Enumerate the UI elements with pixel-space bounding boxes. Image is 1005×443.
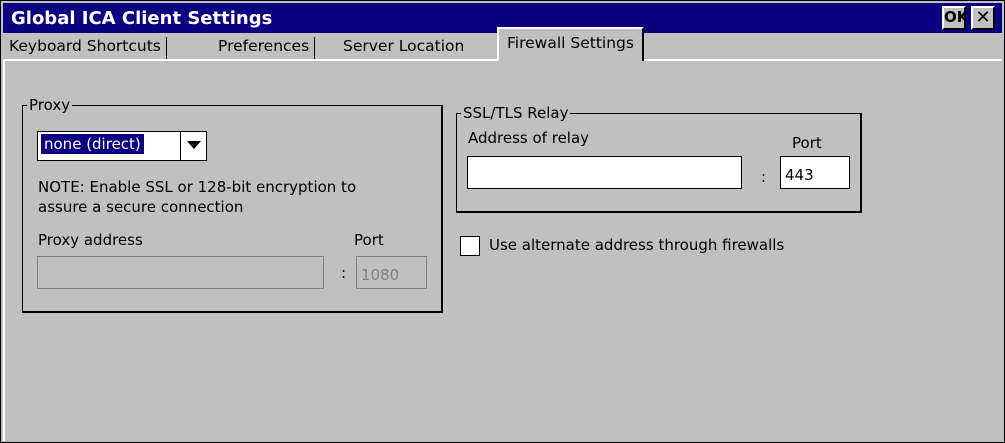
ssl-relay-group-label: SSL/TLS Relay (461, 104, 571, 122)
proxy-port-field[interactable] (356, 256, 427, 289)
chevron-down-icon[interactable] (180, 132, 206, 160)
window-title: Global ICA Client Settings (11, 8, 273, 29)
proxy-port-label: Port (354, 231, 384, 249)
panel-edge (3, 61, 5, 441)
proxy-group-label: Proxy (27, 96, 73, 114)
proxy-address-label: Proxy address (38, 231, 143, 249)
proxy-address-field[interactable] (37, 256, 324, 289)
close-icon[interactable]: ✕ (971, 6, 995, 30)
relay-port-label: Port (792, 134, 822, 152)
tab-preferences[interactable]: Preferences (214, 33, 316, 61)
tab-keyboard-shortcuts[interactable]: Keyboard Shortcuts (5, 33, 167, 61)
relay-address-label: Address of relay (468, 129, 590, 147)
proxy-port-colon: : (341, 264, 347, 282)
tab-server-location[interactable]: Server Location (339, 33, 468, 61)
tab-divider (165, 37, 167, 59)
alternate-address-checkbox[interactable] (460, 236, 480, 256)
proxy-note: NOTE: Enable SSL or 128-bit encryption t… (38, 178, 357, 216)
tab-server-location-label: Server Location (343, 37, 465, 55)
proxy-type-select[interactable]: none (direct) (37, 131, 207, 161)
tab-firewall-settings-label: Firewall Settings (507, 34, 634, 52)
tab-divider (314, 37, 316, 59)
alternate-address-label[interactable]: Use alternate address through firewalls (489, 236, 784, 254)
tab-keyboard-shortcuts-label: Keyboard Shortcuts (9, 37, 161, 55)
relay-port-colon: : (761, 168, 767, 186)
relay-port-field[interactable] (780, 156, 850, 189)
dialog-window: Global ICA Client Settings OK ✕ Keyboard… (0, 0, 1005, 443)
proxy-type-value: none (direct) (41, 134, 144, 154)
tab-firewall-settings[interactable]: Firewall Settings (497, 27, 644, 61)
ok-button[interactable]: OK (942, 6, 968, 30)
relay-address-field[interactable] (467, 156, 742, 189)
tab-preferences-label: Preferences (218, 37, 310, 55)
